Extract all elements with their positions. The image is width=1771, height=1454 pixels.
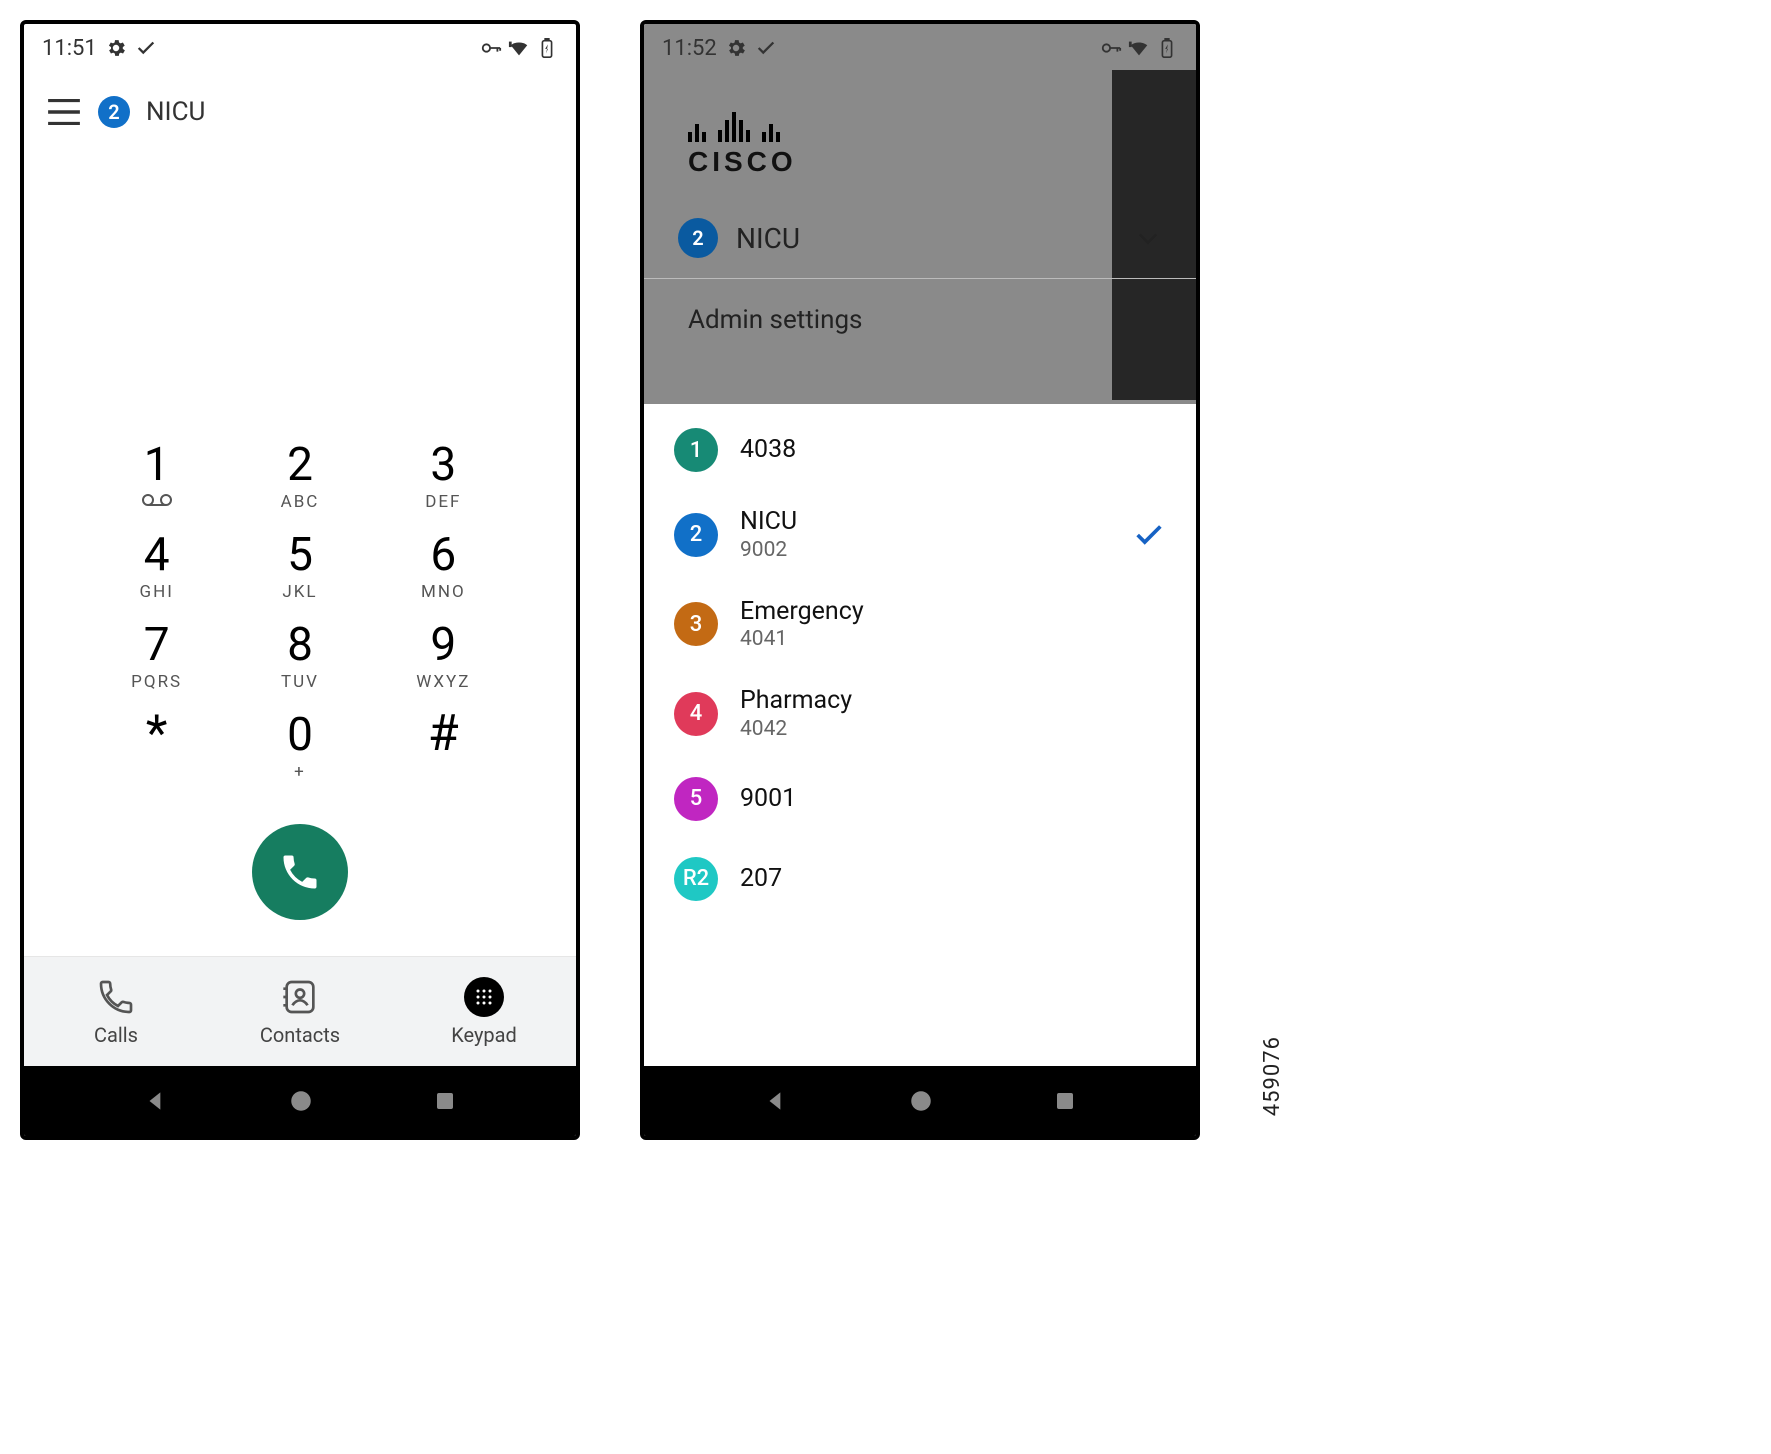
line-badge: 2 [678, 218, 718, 258]
calls-icon [96, 977, 136, 1017]
bottom-tab-bar: Calls Contacts Keypad [24, 956, 576, 1066]
key-star[interactable]: * [85, 704, 228, 794]
vpn-key-icon [480, 37, 502, 59]
checkmark-icon [135, 37, 157, 59]
phone-screen-keypad: 11:51 2 NICU 1 2ABC 3DEF 4GHI 5JKL 6MNO … [20, 20, 580, 1140]
line-name: 4038 [740, 436, 796, 464]
vpn-key-icon [1100, 37, 1122, 59]
line-badge-3: 3 [674, 602, 718, 646]
settings-gear-icon [725, 37, 747, 59]
line-name: 9001 [740, 785, 796, 813]
line-number: 9002 [740, 538, 797, 562]
tab-contacts-label: Contacts [260, 1023, 340, 1047]
line-number: 4042 [740, 717, 852, 741]
key-2[interactable]: 2ABC [228, 434, 371, 524]
battery-icon [536, 37, 558, 59]
line-badge-4: 4 [674, 692, 718, 736]
chevron-down-icon [1134, 224, 1162, 252]
nav-recents-icon[interactable] [433, 1089, 457, 1113]
nav-back-icon[interactable] [143, 1088, 169, 1114]
menu-hamburger-icon[interactable] [46, 99, 82, 125]
keypad-area: 1 2ABC 3DEF 4GHI 5JKL 6MNO 7PQRS 8TUV 9W… [24, 144, 576, 956]
line-name: 207 [740, 865, 782, 893]
line-item-r2[interactable]: R2 207 [644, 839, 1196, 919]
line-item-2[interactable]: 2 NICU9002 [644, 490, 1196, 580]
wifi-signal-icon [508, 37, 530, 59]
drawer-admin-settings[interactable]: Admin settings [644, 279, 1196, 363]
phone-handset-icon [278, 850, 322, 894]
line-badge-r2: R2 [674, 857, 718, 901]
line-badge-1: 1 [674, 428, 718, 472]
key-5[interactable]: 5JKL [228, 524, 371, 614]
selected-check-icon [1132, 518, 1166, 552]
key-4[interactable]: 4GHI [85, 524, 228, 614]
status-time: 11:51 [42, 36, 97, 61]
nav-back-icon[interactable] [763, 1088, 789, 1114]
contacts-icon [280, 977, 320, 1017]
line-badge-5: 5 [674, 777, 718, 821]
line-badge: 2 [98, 96, 130, 128]
dial-keypad: 1 2ABC 3DEF 4GHI 5JKL 6MNO 7PQRS 8TUV 9W… [85, 434, 515, 794]
key-8[interactable]: 8TUV [228, 614, 371, 704]
line-badge-2: 2 [674, 513, 718, 557]
line-item-5[interactable]: 5 9001 [644, 759, 1196, 839]
app-header: 2 NICU [24, 72, 576, 144]
checkmark-icon [755, 37, 777, 59]
figure-id: 459076 [1260, 1036, 1285, 1116]
status-bar: 11:52 [644, 24, 1196, 72]
battery-icon [1156, 37, 1178, 59]
cisco-logo: CISCO [644, 72, 1196, 178]
tab-calls[interactable]: Calls [24, 957, 208, 1066]
line-name: NICU [740, 508, 797, 536]
tab-keypad[interactable]: Keypad [392, 957, 576, 1066]
line-name: Emergency [740, 598, 864, 626]
android-nav-bar [644, 1066, 1196, 1136]
nav-recents-icon[interactable] [1053, 1089, 1077, 1113]
line-item-3[interactable]: 3 Emergency4041 [644, 580, 1196, 670]
settings-gear-icon [105, 37, 127, 59]
dimmed-drawer-background: 11:52 CISCO 2 NICU [644, 24, 1196, 404]
voicemail-icon [85, 492, 228, 512]
tab-calls-label: Calls [94, 1023, 138, 1047]
status-time: 11:52 [662, 36, 717, 61]
line-name: Pharmacy [740, 687, 852, 715]
cisco-brand-text: CISCO [688, 146, 1196, 178]
cisco-bars-icon [688, 112, 1196, 142]
tab-contacts[interactable]: Contacts [208, 957, 392, 1066]
line-item-4[interactable]: 4 Pharmacy4042 [644, 669, 1196, 759]
keypad-icon [464, 977, 504, 1017]
line-item-1[interactable]: 1 4038 [644, 410, 1196, 490]
nav-home-icon[interactable] [908, 1088, 934, 1114]
call-button[interactable] [252, 824, 348, 920]
key-3[interactable]: 3DEF [372, 434, 515, 524]
line-picker-sheet: 1 4038 2 NICU9002 3 Emergency4041 4 Phar… [644, 404, 1196, 1066]
key-9[interactable]: 9WXYZ [372, 614, 515, 704]
key-0[interactable]: 0+ [228, 704, 371, 794]
tab-keypad-label: Keypad [451, 1023, 517, 1047]
key-7[interactable]: 7PQRS [85, 614, 228, 704]
android-nav-bar [24, 1066, 576, 1136]
drawer-line-name: NICU [736, 222, 800, 255]
wifi-signal-icon [1128, 37, 1150, 59]
phone-screen-line-selector: 11:52 CISCO 2 NICU [640, 20, 1200, 1140]
current-line-name: NICU [146, 97, 205, 127]
key-6[interactable]: 6MNO [372, 524, 515, 614]
nav-home-icon[interactable] [288, 1088, 314, 1114]
status-bar: 11:51 [24, 24, 576, 72]
drawer-current-line[interactable]: 2 NICU [644, 178, 1196, 278]
key-1[interactable]: 1 [85, 434, 228, 524]
key-hash[interactable]: # [372, 704, 515, 794]
line-number: 4041 [740, 627, 864, 651]
